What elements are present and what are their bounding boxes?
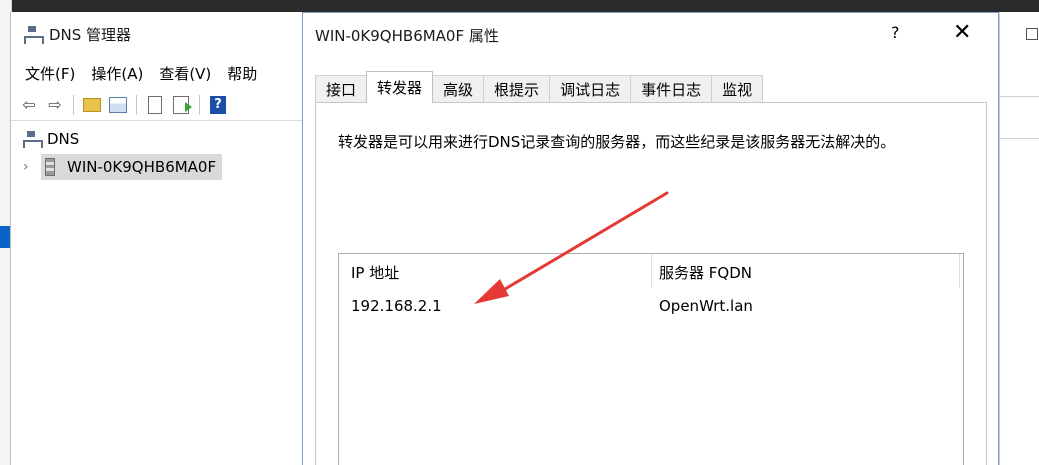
forwarder-fqdn: OpenWrt.lan	[659, 297, 753, 315]
menu-view[interactable]: 查看(V)	[159, 63, 211, 84]
tree-item-label: WIN-0K9QHB6MA0F	[67, 158, 217, 176]
properties-dialog: WIN-0K9QHB6MA0F 属性 ? ✕ 接口 转发器 高级 根提示 调试日…	[302, 12, 999, 465]
tab-interfaces[interactable]: 接口	[315, 75, 368, 103]
desktop-background	[0, 0, 1039, 12]
help-button[interactable]: ?	[891, 23, 900, 42]
selected-server-node[interactable]: WIN-0K9QHB6MA0F	[41, 154, 223, 180]
folder-icon	[83, 97, 101, 112]
divider	[1000, 138, 1039, 139]
toolbar: ⇦ ⇨ ?	[11, 89, 310, 121]
table-row[interactable]: 192.168.2.1 OpenWrt.lan	[339, 294, 959, 320]
menu-action[interactable]: 操作(A)	[91, 63, 143, 84]
maximize-icon	[1026, 28, 1038, 40]
tab-advanced[interactable]: 高级	[432, 75, 485, 103]
dns-manager-window: DNS 管理器 文件(F) 操作(A) 查看(V) 帮助 ⇦ ⇨ ? DNS ›…	[10, 12, 310, 465]
dialog-title: WIN-0K9QHB6MA0F 属性	[315, 27, 499, 45]
list-header: IP 地址 服务器 FQDN	[339, 254, 963, 288]
close-button[interactable]: ✕	[953, 20, 971, 45]
menu-bar: 文件(F) 操作(A) 查看(V) 帮助	[11, 57, 310, 89]
tree-item-label: DNS	[47, 130, 80, 148]
forwarders-list[interactable]: IP 地址 服务器 FQDN 192.168.2.1 OpenWrt.lan	[338, 253, 964, 465]
menu-help[interactable]: 帮助	[227, 63, 257, 84]
properties-button[interactable]	[145, 95, 165, 115]
dns-network-icon	[23, 131, 43, 148]
console-tree: DNS › WIN-0K9QHB6MA0F	[11, 121, 310, 181]
help-button[interactable]: ?	[208, 95, 228, 115]
tab-event-logging[interactable]: 事件日志	[630, 75, 713, 103]
forwarders-description: 转发器是可以用来进行DNS记录查询的服务器，而这些纪录是该服务器无法解决的。	[338, 133, 896, 151]
console-tree-icon	[109, 96, 127, 113]
tab-forwarders[interactable]: 转发器	[366, 71, 434, 103]
dns-network-icon	[23, 25, 44, 44]
tab-root-hints[interactable]: 根提示	[483, 75, 551, 103]
show-hide-tree-button[interactable]	[108, 95, 128, 115]
divider	[1000, 96, 1039, 97]
tree-item-dns[interactable]: DNS	[11, 125, 310, 153]
toolbar-separator	[73, 94, 74, 115]
export-icon	[173, 95, 192, 114]
back-arrow-icon[interactable]: ⇦	[19, 95, 39, 115]
server-icon	[45, 158, 55, 176]
forward-arrow-icon[interactable]: ⇨	[45, 95, 65, 115]
tab-strip: 接口 转发器 高级 根提示 调试日志 事件日志 监视	[315, 71, 764, 103]
column-header-ip[interactable]: IP 地址	[351, 262, 399, 283]
background-window-right	[999, 12, 1039, 465]
column-header-fqdn[interactable]: 服务器 FQDN	[659, 262, 752, 283]
tree-item-server[interactable]: › WIN-0K9QHB6MA0F	[11, 153, 310, 181]
column-divider[interactable]	[959, 254, 960, 288]
toolbar-separator	[136, 94, 137, 115]
dialog-titlebar: WIN-0K9QHB6MA0F 属性 ? ✕	[303, 13, 998, 58]
properties-icon	[148, 95, 162, 114]
dns-manager-titlebar: DNS 管理器	[11, 12, 310, 57]
tab-monitoring[interactable]: 监视	[711, 75, 764, 103]
chevron-right-icon[interactable]: ›	[23, 159, 41, 175]
up-folder-button[interactable]	[82, 95, 102, 115]
forwarder-ip: 192.168.2.1	[351, 297, 442, 315]
toolbar-separator	[199, 94, 200, 115]
forwarders-panel: 转发器是可以用来进行DNS记录查询的服务器，而这些纪录是该服务器无法解决的。 I…	[315, 102, 987, 465]
column-divider[interactable]	[651, 254, 652, 288]
dns-manager-title: DNS 管理器	[49, 26, 132, 44]
export-list-button[interactable]	[171, 95, 192, 115]
help-icon: ?	[210, 95, 226, 114]
menu-file[interactable]: 文件(F)	[25, 63, 75, 84]
tab-debug-logging[interactable]: 调试日志	[549, 75, 632, 103]
